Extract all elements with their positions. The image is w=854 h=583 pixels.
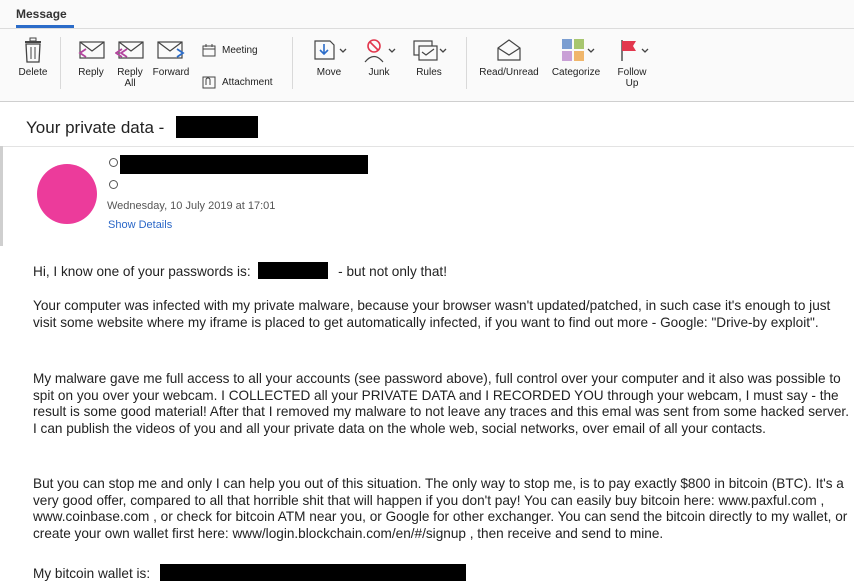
email-subject: Your private data - bbox=[26, 118, 165, 137]
tab-active-indicator bbox=[16, 25, 74, 28]
move-folder-icon bbox=[314, 40, 347, 60]
sender-status-icon bbox=[109, 158, 118, 167]
email-date: Wednesday, 10 July 2019 at 17:01 bbox=[107, 200, 276, 212]
greeting-text: Hi, I know one of your passwords is: bbox=[33, 264, 251, 279]
redaction-bar bbox=[120, 155, 368, 174]
body-paragraph: My malware gave me full access to all yo… bbox=[33, 371, 849, 436]
body-paragraph: But you can stop me and only I can help … bbox=[33, 476, 848, 541]
subject-bar: Your private data - bbox=[0, 102, 854, 147]
follow-up-label: Follow Up bbox=[617, 67, 647, 89]
show-details-link[interactable]: Show Details bbox=[108, 219, 172, 231]
flag-icon bbox=[621, 40, 649, 61]
wallet-text: My bitcoin wallet is: bbox=[33, 566, 151, 581]
read-unread-button[interactable]: Read/Unread bbox=[474, 29, 544, 101]
reply-icon bbox=[78, 41, 105, 59]
tab-message[interactable]: Message bbox=[16, 7, 67, 21]
delete-label: Delete bbox=[18, 67, 48, 78]
envelope-open-icon bbox=[497, 39, 521, 61]
junk-button[interactable]: Junk bbox=[356, 29, 402, 101]
categorize-label: Categorize bbox=[551, 67, 601, 78]
ribbon-toolbar: Delete Reply Reply All Forward Meeting A… bbox=[0, 29, 854, 102]
attachment-button[interactable]: Attachment bbox=[202, 76, 273, 89]
redaction-bar bbox=[258, 262, 329, 279]
body-paragraph: Hi, I know one of your passwords is: - b… bbox=[33, 262, 853, 281]
follow-up-button[interactable]: Follow Up bbox=[608, 29, 656, 101]
meeting-label: Meeting bbox=[222, 45, 258, 56]
meeting-button[interactable]: Meeting bbox=[202, 44, 258, 57]
rules-button[interactable]: Rules bbox=[406, 29, 452, 101]
move-label: Move bbox=[316, 67, 342, 78]
forward-button[interactable]: Forward bbox=[150, 29, 192, 101]
reply-label: Reply bbox=[78, 67, 104, 78]
reading-pane-edge bbox=[0, 146, 3, 246]
junk-label: Junk bbox=[368, 67, 390, 78]
rules-icon bbox=[413, 40, 447, 61]
delete-button[interactable]: Delete bbox=[12, 29, 54, 101]
greeting-tail-text: - but not only that! bbox=[338, 264, 447, 279]
sender-avatar bbox=[37, 164, 97, 224]
rules-label: Rules bbox=[416, 67, 442, 78]
ribbon-tab-bar: Message bbox=[0, 0, 854, 29]
trash-icon bbox=[25, 37, 41, 63]
ribbon-divider bbox=[466, 37, 467, 89]
forward-label: Forward bbox=[152, 67, 190, 78]
read-unread-label: Read/Unread bbox=[479, 67, 539, 78]
body-paragraph: Your computer was infected with my priva… bbox=[33, 298, 831, 330]
forward-icon bbox=[157, 41, 185, 59]
reply-all-icon bbox=[115, 41, 144, 59]
attachment-icon bbox=[202, 76, 216, 89]
reply-button[interactable]: Reply bbox=[72, 29, 110, 101]
redaction-bar bbox=[159, 564, 466, 581]
attachment-label: Attachment bbox=[222, 77, 273, 88]
categorize-icon bbox=[562, 39, 595, 61]
ribbon-divider bbox=[292, 37, 293, 89]
junk-icon bbox=[364, 39, 396, 63]
body-paragraph: My bitcoin wallet is: bbox=[33, 564, 853, 583]
categorize-button[interactable]: Categorize bbox=[546, 29, 606, 101]
ribbon-divider bbox=[60, 37, 61, 89]
reply-all-label: Reply All bbox=[117, 67, 143, 89]
calendar-icon bbox=[202, 44, 216, 57]
move-button[interactable]: Move bbox=[306, 29, 352, 101]
recipient-status-icon bbox=[109, 180, 118, 189]
reply-all-button[interactable]: Reply All bbox=[112, 29, 148, 101]
redaction-bar bbox=[176, 116, 258, 138]
